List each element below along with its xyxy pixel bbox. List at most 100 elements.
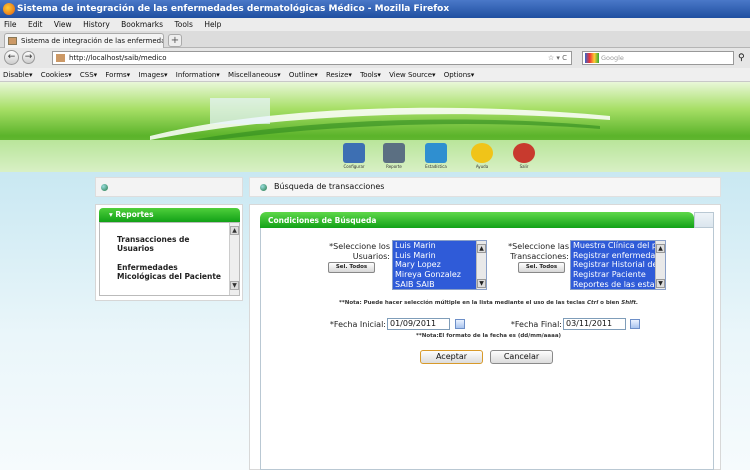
menu-bookmarks[interactable]: Bookmarks xyxy=(121,20,163,29)
webdev-miscellaneous[interactable]: Miscellaneous▾ xyxy=(228,71,281,79)
search-placeholder: Google xyxy=(601,54,624,62)
exit-icon[interactable] xyxy=(513,143,535,163)
tab-title: Sistema de integración de las enfermedad… xyxy=(21,37,163,45)
conditions-header: Condiciones de Búsqueda xyxy=(260,212,694,228)
webdev-view-source[interactable]: View Source▾ xyxy=(389,71,435,79)
multi-select-note: **Nota: Puede hacer selección múltiple e… xyxy=(339,300,638,306)
menu-help[interactable]: Help xyxy=(204,20,221,29)
menu-tools[interactable]: Tools xyxy=(174,20,192,29)
reportes-list: Transacciones de Usuarios Enfermedades M… xyxy=(99,222,240,296)
start-date-input[interactable]: 01/09/2011 xyxy=(387,318,450,330)
webdev-tools[interactable]: Tools▾ xyxy=(360,71,381,79)
transactions-label: *Seleccione las Transacciones: xyxy=(508,242,569,261)
sidebar-item-enfermedades[interactable]: Enfermedades Micológicas del Paciente xyxy=(117,263,227,281)
bookmark-star-reload-icon[interactable]: ☆ ▾ C xyxy=(548,52,567,64)
reportes-title: Reportes xyxy=(115,210,154,219)
sidebar-item-transacciones[interactable]: Transacciones de Usuarios xyxy=(117,235,227,253)
browser-tab[interactable]: Sistema de integración de las enfermedad… xyxy=(4,33,164,48)
forward-button[interactable]: → xyxy=(22,51,35,64)
transactions-listbox[interactable]: Muestra Clínica del pa Registrar enferme… xyxy=(570,240,666,290)
exit-label: Salir xyxy=(519,164,529,169)
date-format-note: **Nota:El formato de la fecha es (dd/mm/… xyxy=(416,333,562,339)
end-date-label: *Fecha Final: xyxy=(510,320,562,329)
user-option[interactable]: Luis Marin xyxy=(393,241,486,251)
list-scrollbar[interactable]: ▲ ▼ xyxy=(229,223,239,295)
menu-history[interactable]: History xyxy=(83,20,110,29)
user-option[interactable]: Mireya Gonzalez xyxy=(393,270,486,280)
configure-icon[interactable] xyxy=(343,143,365,163)
note-key-shift: Shift. xyxy=(621,300,639,306)
webdev-options[interactable]: Options▾ xyxy=(444,71,475,79)
user-option[interactable]: Luis Marin xyxy=(393,251,486,261)
search-go-icon[interactable]: ⚲ xyxy=(738,53,745,63)
conditions-header-tail xyxy=(694,212,714,228)
users-label: *Seleccione los Usuarios: xyxy=(329,242,390,261)
stats-icon[interactable] xyxy=(425,143,447,163)
transaction-option[interactable]: Reportes de las estad xyxy=(571,280,665,289)
content-header-box: Búsqueda de transacciones xyxy=(249,177,721,197)
reportes-section-header[interactable]: ▾ Reportes xyxy=(99,208,240,222)
select-all-transactions-button[interactable]: Sel. Todos xyxy=(518,262,565,273)
start-date-label: *Fecha Inicial: xyxy=(329,320,386,329)
user-option[interactable]: Mary Lopez xyxy=(393,260,486,270)
help-label: Ayuda xyxy=(475,164,489,169)
navigation-bar: ← → http://localhost/saib/medico ☆ ▾ C G… xyxy=(0,48,750,68)
webdev-information[interactable]: Information▾ xyxy=(176,71,220,79)
transaction-option[interactable]: Muestra Clínica del pa xyxy=(571,241,665,251)
google-icon xyxy=(585,53,599,63)
menu-view[interactable]: View xyxy=(54,20,72,29)
search-input[interactable]: Google xyxy=(582,51,734,65)
webdev-outline[interactable]: Outline▾ xyxy=(289,71,318,79)
webdev-cookies[interactable]: Cookies▾ xyxy=(41,71,72,79)
page-title: Búsqueda de transacciones xyxy=(274,182,385,191)
select-all-users-button[interactable]: Sel. Todos xyxy=(328,262,375,273)
scroll-up-icon[interactable]: ▲ xyxy=(656,244,665,253)
scroll-down-icon[interactable]: ▼ xyxy=(477,279,486,288)
calendar-icon[interactable] xyxy=(630,319,640,329)
back-button[interactable]: ← xyxy=(4,50,19,65)
transaction-option[interactable]: Registrar Historial de xyxy=(571,260,665,270)
configure-label: Configurar xyxy=(343,164,365,169)
window-title-bar: Sistema de integración de las enfermedad… xyxy=(0,0,750,18)
accept-button[interactable]: Aceptar xyxy=(420,350,483,364)
scroll-down-icon[interactable]: ▼ xyxy=(656,279,665,288)
note-key-ctrl: Ctrl xyxy=(586,300,599,306)
report-icon[interactable] xyxy=(383,143,405,163)
tab-bar: Sistema de integración de las enfermedad… xyxy=(0,31,750,48)
webdev-images[interactable]: Images▾ xyxy=(138,71,167,79)
user-option[interactable]: SAIB SAIB xyxy=(393,280,486,289)
window-title: Sistema de integración de las enfermedad… xyxy=(17,4,450,14)
report-label: Reporte xyxy=(386,164,402,169)
scroll-down-icon[interactable]: ▼ xyxy=(230,281,239,290)
note-prefix: **Nota: Puede hacer selección múltiple e… xyxy=(339,300,587,306)
menu-edit[interactable]: Edit xyxy=(28,20,43,29)
url-bar[interactable]: http://localhost/saib/medico ☆ ▾ C xyxy=(52,51,572,65)
url-text: http://localhost/saib/medico xyxy=(69,54,167,62)
users-listbox[interactable]: Luis Marin Luis Marin Mary Lopez Mireya … xyxy=(392,240,487,290)
scroll-up-icon[interactable]: ▲ xyxy=(477,244,486,253)
bullet-icon xyxy=(101,184,108,191)
scroll-up-icon[interactable]: ▲ xyxy=(230,226,239,235)
transactions-scrollbar[interactable]: ▲ ▼ xyxy=(655,241,665,289)
users-scrollbar[interactable]: ▲ ▼ xyxy=(476,241,486,289)
header-icon-strip: Configurar Reporte Estadística Ayuda Sal… xyxy=(0,140,750,172)
note-mid: o bien xyxy=(598,300,622,306)
firefox-logo-icon xyxy=(3,3,15,15)
menu-file[interactable]: File xyxy=(4,20,17,29)
bullet-icon xyxy=(260,184,267,191)
calendar-icon[interactable] xyxy=(455,319,465,329)
menu-bar: File Edit View History Bookmarks Tools H… xyxy=(0,18,750,31)
webdev-forms[interactable]: Forms▾ xyxy=(105,71,130,79)
webdev-css[interactable]: CSS▾ xyxy=(80,71,97,79)
transaction-option[interactable]: Registrar Paciente xyxy=(571,270,665,280)
webdev-disable[interactable]: Disable▾ xyxy=(3,71,32,79)
new-tab-button[interactable]: + xyxy=(168,34,182,47)
help-icon[interactable] xyxy=(471,143,493,163)
transaction-option[interactable]: Registrar enfermedad xyxy=(571,251,665,261)
conditions-title: Condiciones de Búsqueda xyxy=(268,216,377,225)
end-date-input[interactable]: 03/11/2011 xyxy=(563,318,626,330)
stats-label: Estadística xyxy=(425,164,447,169)
cancel-button[interactable]: Cancelar xyxy=(490,350,553,364)
site-favicon-icon xyxy=(8,37,17,45)
webdev-resize[interactable]: Resize▾ xyxy=(326,71,352,79)
